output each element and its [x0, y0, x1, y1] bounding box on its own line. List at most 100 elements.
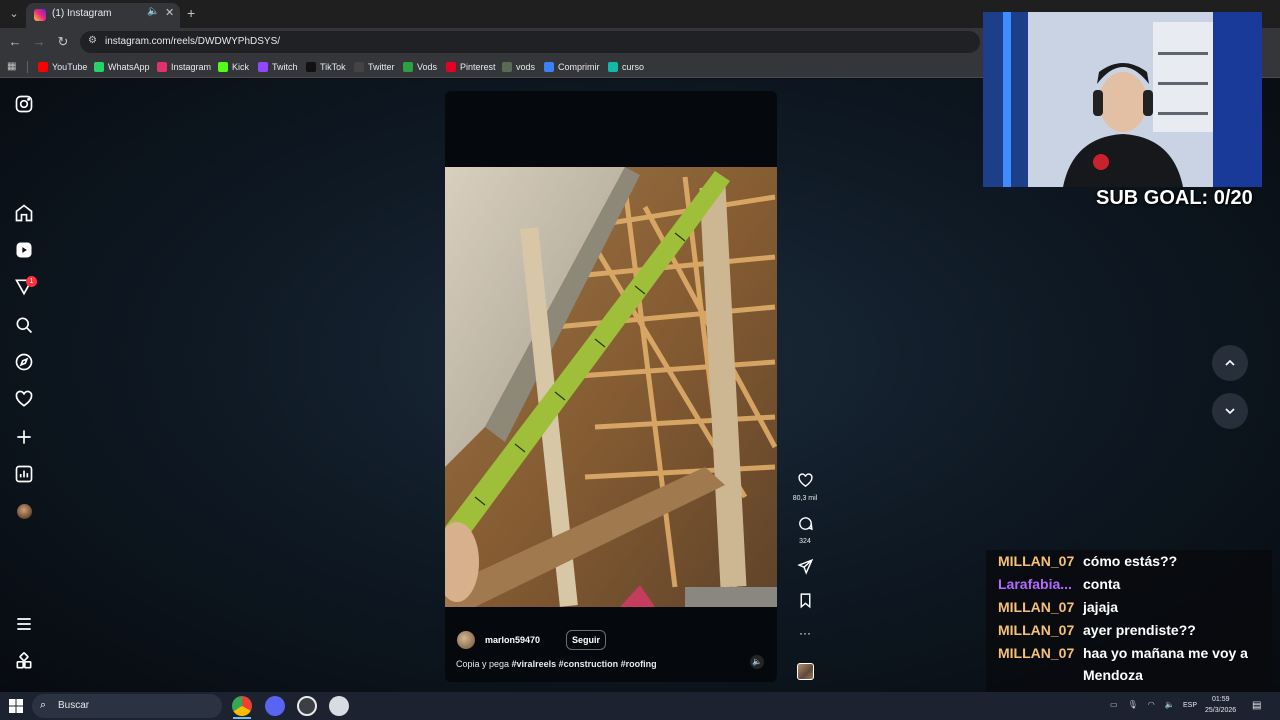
network-icon[interactable]: ▭: [1110, 700, 1118, 709]
chat-username[interactable]: MILLAN_07: [998, 619, 1074, 641]
chrome-taskbar-icon[interactable]: [232, 696, 252, 716]
chevron-up-icon: [1225, 359, 1235, 366]
profile-avatar[interactable]: [17, 504, 32, 519]
comprimir-icon: [544, 62, 554, 72]
reel-caption: Copia y pega #viralreels #construction #…: [456, 659, 657, 669]
volume-icon[interactable]: 🔈: [1165, 700, 1175, 709]
reload-icon[interactable]: ↻: [54, 33, 72, 51]
chat-username[interactable]: MILLAN_07: [998, 550, 1074, 572]
chat-username[interactable]: MILLAN_07: [998, 642, 1074, 664]
menu-hamburger-icon[interactable]: [14, 614, 34, 634]
bookmark-label: Vods: [417, 62, 438, 72]
bookmark-kick[interactable]: Kick: [218, 61, 249, 73]
bookmark-label: Twitter: [368, 62, 395, 72]
chat-text: jajaja: [1083, 599, 1119, 615]
chat-username[interactable]: Larafabia...: [998, 573, 1072, 595]
search-icon[interactable]: [14, 315, 34, 335]
reel-video[interactable]: [445, 167, 777, 607]
like-count: 80,3 mil: [792, 495, 818, 502]
reel-player[interactable]: marlon59470 Seguir Copia y pega #viralre…: [445, 91, 777, 682]
youtube-icon: [38, 62, 48, 72]
wifi-icon[interactable]: ◠: [1148, 700, 1155, 709]
windows-start-icon[interactable]: [9, 699, 23, 713]
twitch-icon: [258, 62, 268, 72]
bookmark-twitch[interactable]: Twitch: [258, 61, 298, 73]
previous-reel-button[interactable]: [1212, 345, 1248, 381]
discord-taskbar-icon[interactable]: [265, 696, 285, 716]
audio-thumbnail[interactable]: [797, 663, 814, 680]
site-info-icon[interactable]: ⚙: [88, 35, 100, 47]
bookmark-comprimir[interactable]: Comprimir: [544, 61, 600, 73]
save-button[interactable]: [790, 592, 820, 614]
speaker-icon[interactable]: 🔈: [147, 6, 159, 17]
bookmark-label: Twitch: [272, 62, 298, 72]
bookmark-label: Kick: [232, 62, 250, 72]
clock-date[interactable]: 25/3/2026: [1205, 707, 1236, 714]
bookmark-whatsapp[interactable]: WhatsApp: [94, 61, 150, 73]
obs-taskbar-icon[interactable]: [297, 696, 317, 716]
chat-text: cómo estás??: [1083, 553, 1178, 569]
chat-text: ayer prendiste??: [1083, 622, 1196, 638]
whatsapp-icon: [94, 62, 104, 72]
send-icon: [796, 558, 813, 575]
url-text[interactable]: instagram.com/reels/DWDWYPhDSYS/: [105, 36, 280, 47]
close-tab-icon[interactable]: ✕: [165, 6, 174, 19]
share-button[interactable]: [790, 558, 820, 580]
notifications-icon[interactable]: ▤: [1252, 700, 1261, 711]
dashboard-icon[interactable]: [14, 464, 34, 484]
notification-badge: 1: [26, 276, 37, 287]
back-arrow-icon[interactable]: ←: [6, 33, 24, 51]
language-indicator[interactable]: ESP: [1183, 702, 1197, 709]
tiktok-icon: [306, 62, 316, 72]
follow-button[interactable]: Seguir: [566, 630, 607, 650]
forward-arrow-icon[interactable]: →: [30, 33, 48, 51]
bookmark-vods[interactable]: vods: [502, 61, 535, 73]
new-tab-button[interactable]: +: [187, 5, 195, 21]
bookmarks-divider: [27, 61, 28, 73]
create-plus-icon[interactable]: [14, 427, 34, 447]
bookmark-vods[interactable]: Vods: [403, 61, 437, 73]
heart-icon[interactable]: [14, 389, 34, 409]
microphone-icon[interactable]: 🎙: [1128, 700, 1138, 709]
author-avatar[interactable]: [457, 631, 475, 649]
clock-time[interactable]: 01:59: [1212, 696, 1230, 703]
chat-username[interactable]: MILLAN_07: [998, 596, 1074, 618]
explore-compass-icon[interactable]: [14, 352, 34, 372]
bookmark-instagram[interactable]: Instagram: [157, 61, 211, 73]
bookmark-label: YouTube: [52, 62, 88, 72]
bookmark-twitter[interactable]: Twitter: [354, 61, 395, 73]
pinterest-icon: [446, 62, 456, 72]
next-reel-button[interactable]: [1212, 393, 1248, 429]
bookmark-tiktok[interactable]: TikTok: [306, 61, 346, 73]
search-icon: ⌕: [40, 699, 47, 711]
tab-instagram[interactable]: (1) Instagram 🔈 ✕: [26, 3, 180, 28]
reel-author: marlon59470 Seguir: [457, 630, 607, 650]
windows-taskbar: ⌕ Buscar ▭ 🎙 ◠ 🔈 ESP 01:59 25/3/2026 ▤: [0, 692, 1280, 720]
tab-search-chevron-icon[interactable]: ⌄: [4, 4, 24, 24]
more-options-icon[interactable]: ···: [790, 627, 820, 639]
instagram-logo-icon[interactable]: [14, 94, 34, 114]
tab-title: (1) Instagram: [52, 8, 112, 19]
vods-icon: [502, 62, 512, 72]
address-bar[interactable]: ⚙ instagram.com/reels/DWDWYPhDSYS/: [80, 31, 980, 53]
bookmark-label: Pinterest: [460, 62, 496, 72]
like-button[interactable]: 80,3 mil: [790, 472, 820, 502]
author-username[interactable]: marlon59470: [485, 635, 540, 645]
bookmark-youtube[interactable]: YouTube: [38, 61, 87, 73]
twitter-icon: [354, 62, 364, 72]
comment-button[interactable]: 324: [790, 515, 820, 545]
sub-goal-counter: SUB GOAL: 0/20: [1096, 187, 1253, 209]
app-taskbar-icon[interactable]: [329, 696, 349, 716]
bookmark-curso[interactable]: curso: [608, 61, 644, 73]
apps-grid-icon[interactable]: ▦: [7, 61, 19, 73]
caption-hashtags[interactable]: #viralreels #construction #roofing: [512, 659, 657, 669]
reels-icon[interactable]: [14, 240, 34, 260]
heart-icon: [797, 473, 813, 488]
bookmark-pinterest[interactable]: Pinterest: [446, 61, 496, 73]
bookmark-label: TikTok: [320, 62, 346, 72]
volume-icon[interactable]: 🔈: [750, 655, 764, 669]
home-icon[interactable]: [14, 203, 34, 223]
more-apps-icon[interactable]: [14, 651, 34, 671]
taskbar-search[interactable]: ⌕ Buscar: [32, 694, 222, 718]
instagram-icon: [157, 62, 167, 72]
